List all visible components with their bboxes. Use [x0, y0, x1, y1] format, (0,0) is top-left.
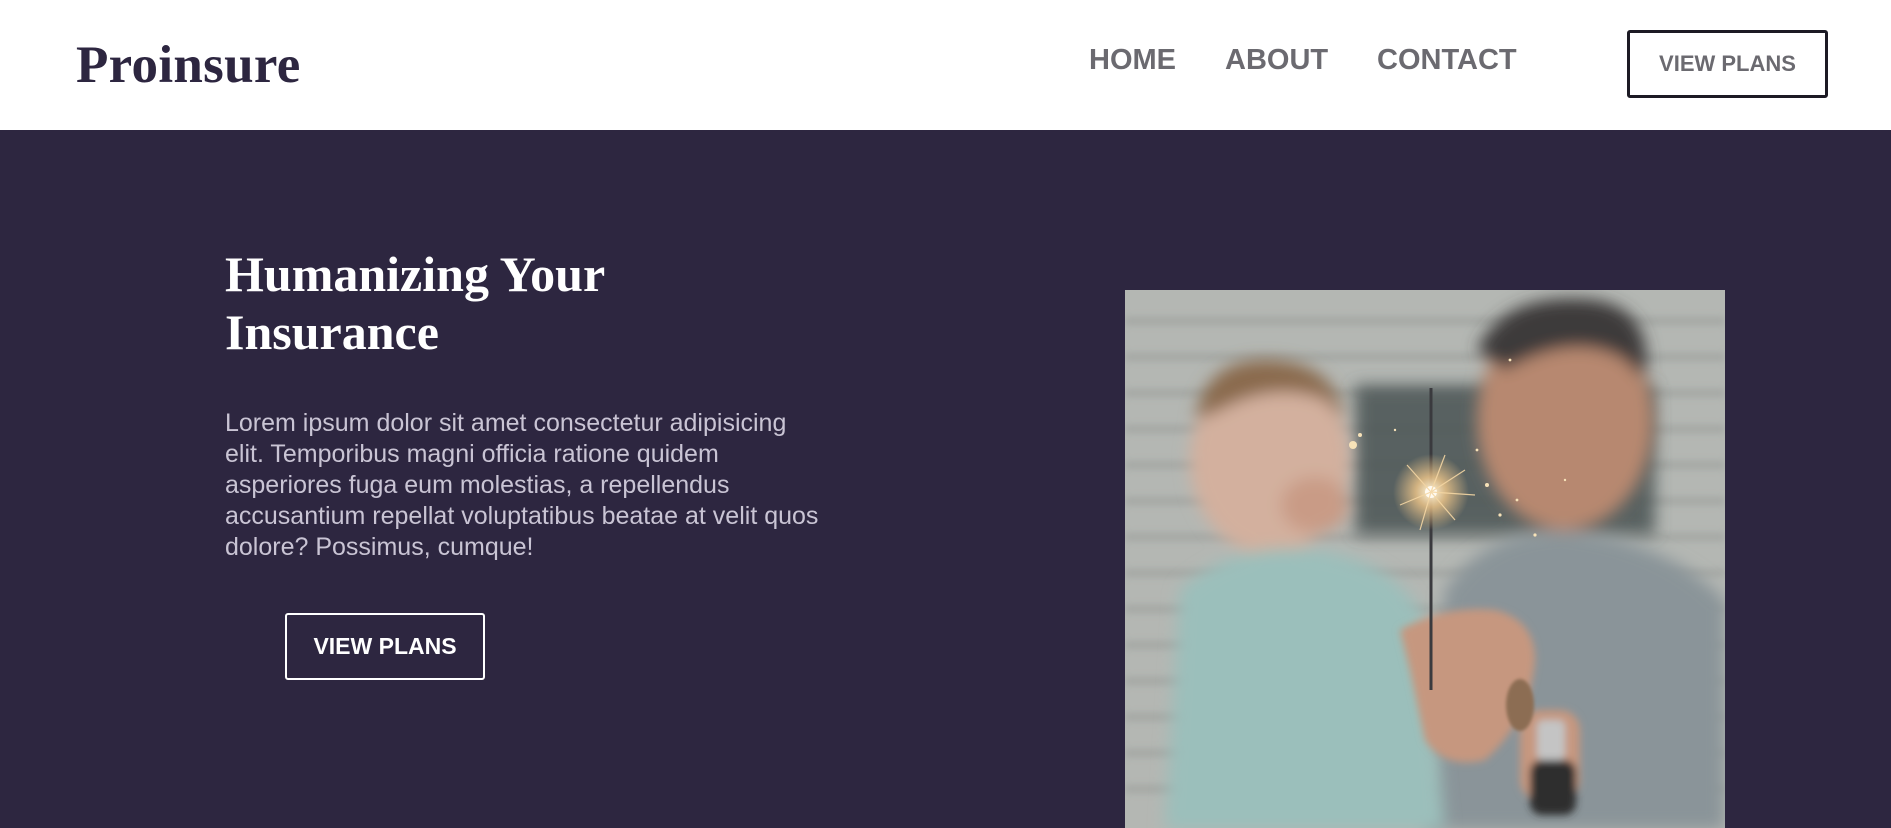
- hero-section: Humanizing Your Insurance Lorem ipsum do…: [0, 130, 1891, 828]
- logo[interactable]: Proinsure: [76, 33, 301, 97]
- hero-description: Lorem ipsum dolor sit amet consectetur a…: [225, 409, 819, 561]
- nav-home-link[interactable]: HOME: [1089, 40, 1176, 80]
- hero-title: Humanizing Your Insurance: [225, 246, 605, 360]
- nav-contact-link[interactable]: CONTACT: [1377, 40, 1517, 80]
- hero-image-illustration: [1125, 290, 1725, 828]
- header-view-plans-button[interactable]: VIEW PLANS: [1627, 30, 1828, 98]
- hero-image: [1125, 290, 1725, 828]
- nav-about-link[interactable]: ABOUT: [1225, 40, 1328, 80]
- hero-view-plans-button[interactable]: VIEW PLANS: [285, 613, 485, 680]
- site-header: Proinsure HOME ABOUT CONTACT VIEW PLANS: [0, 0, 1891, 130]
